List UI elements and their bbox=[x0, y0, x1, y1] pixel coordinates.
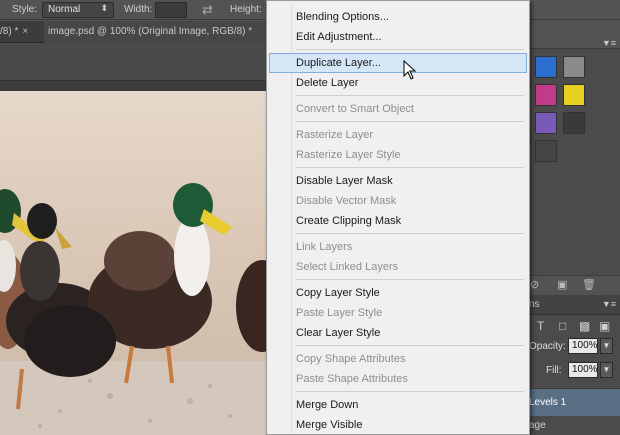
tab-layers[interactable]: ns bbox=[529, 299, 540, 310]
height-label: Height: bbox=[230, 4, 262, 15]
menu-item-disable-vector-mask: Disable Vector Mask bbox=[296, 195, 397, 207]
menu-item-edit-adjustment[interactable]: Edit Adjustment... bbox=[269, 27, 527, 47]
canvas-photo[interactable] bbox=[0, 91, 266, 435]
style-swatch[interactable] bbox=[535, 84, 557, 106]
menu-item-clear-layer-style[interactable]: Clear Layer Style bbox=[269, 323, 527, 343]
menu-separator bbox=[296, 95, 524, 96]
swap-icon[interactable]: ⇄ bbox=[202, 2, 213, 18]
menu-item-paste-layer-style: Paste Layer Style bbox=[296, 307, 383, 319]
menu-item-merge-visible[interactable]: Merge Visible bbox=[269, 415, 527, 435]
fill-input[interactable]: 100% bbox=[568, 362, 598, 378]
layer-row[interactable]: age bbox=[527, 417, 620, 435]
menu-item-delete-layer[interactable]: Delete Layer bbox=[269, 73, 527, 93]
menu-item-link-layers: Link Layers bbox=[296, 241, 353, 253]
tab-previous-document[interactable]: /8) * × bbox=[0, 21, 44, 43]
opacity-input[interactable]: 100% bbox=[568, 338, 598, 354]
style-select-value: Normal bbox=[48, 4, 81, 15]
tab-image-psd[interactable]: image.psd @ 100% (Original Image, RGB/8)… bbox=[44, 21, 266, 43]
styles-panel-footer: ⊘ ▣ 🗑 bbox=[527, 275, 620, 295]
menu-separator bbox=[296, 345, 524, 346]
close-icon[interactable]: × bbox=[22, 26, 28, 37]
panel-header: ▼≡ bbox=[527, 21, 620, 49]
style-swatch[interactable] bbox=[535, 140, 557, 162]
menu-item-merge-down[interactable]: Merge Down bbox=[269, 395, 527, 415]
trash-icon[interactable]: 🗑 bbox=[582, 278, 596, 291]
tab-label: image.psd @ 100% (Original Image, RGB/8)… bbox=[48, 26, 253, 37]
menu-separator bbox=[296, 279, 524, 280]
menu-separator bbox=[296, 167, 524, 168]
fill-dropdown-icon[interactable]: ▼ bbox=[600, 362, 613, 378]
menu-item-duplicate-layer[interactable]: Duplicate Layer... bbox=[269, 53, 527, 73]
right-panel-dock: ▼≡ ⊘ ▣ 🗑 ns ▼≡ T □ ▩ ▣ Opacity: 100% ▼ F… bbox=[527, 21, 620, 435]
chevron-updown-icon: ⬍ bbox=[100, 3, 108, 13]
menu-item-create-clipping-mask[interactable]: Create Clipping Mask bbox=[269, 211, 527, 231]
width-label: Width: bbox=[124, 4, 153, 15]
layer-context-menu: Blending Options... Edit Adjustment... Dup… bbox=[266, 0, 530, 435]
width-field[interactable] bbox=[155, 2, 187, 18]
menu-item-select-linked-layers: Select Linked Layers bbox=[296, 261, 399, 273]
opacity-dropdown-icon[interactable]: ▼ bbox=[600, 338, 613, 354]
layer-name: age bbox=[529, 420, 546, 431]
panel-menu-icon[interactable]: ▼≡ bbox=[602, 38, 616, 48]
layers-filter-tools: T □ ▩ ▣ bbox=[527, 315, 620, 339]
style-swatch[interactable] bbox=[535, 56, 557, 78]
menu-item-copy-layer-style[interactable]: Copy Layer Style bbox=[269, 283, 527, 303]
menu-item-blending-options[interactable]: Blending Options... bbox=[269, 7, 527, 27]
menu-separator bbox=[296, 49, 524, 50]
shape-filter-icon[interactable]: □ bbox=[559, 319, 566, 333]
style-swatch[interactable] bbox=[535, 112, 557, 134]
panel-menu-icon[interactable]: ▼≡ bbox=[602, 299, 616, 309]
layers-panel-header: ns ▼≡ bbox=[527, 295, 620, 315]
fill-label: Fill: bbox=[546, 365, 562, 376]
mouse-cursor-icon bbox=[403, 60, 417, 80]
style-label: Style: bbox=[12, 4, 38, 15]
style-select[interactable]: Normal ⬍ bbox=[42, 2, 114, 18]
type-filter-icon[interactable]: T bbox=[537, 319, 544, 333]
style-swatch[interactable] bbox=[563, 84, 585, 106]
opacity-label: Opacity: bbox=[529, 341, 566, 352]
layer-name: Levels 1 bbox=[529, 397, 567, 408]
menu-separator bbox=[296, 233, 524, 234]
style-swatch[interactable] bbox=[563, 56, 585, 78]
new-style-icon[interactable]: ▣ bbox=[557, 278, 567, 291]
smart-object-filter-icon[interactable]: ▩ bbox=[579, 319, 590, 333]
no-style-icon[interactable]: ⊘ bbox=[530, 278, 539, 291]
menu-item-disable-layer-mask[interactable]: Disable Layer Mask bbox=[269, 171, 527, 191]
tab-label: /8) * bbox=[0, 26, 19, 37]
menu-item-rasterize-layer: Rasterize Layer bbox=[296, 129, 374, 141]
ruler bbox=[0, 80, 266, 91]
menu-separator bbox=[296, 121, 524, 122]
menu-item-paste-shape-attributes: Paste Shape Attributes bbox=[296, 373, 408, 385]
layer-row-selected[interactable]: Levels 1 bbox=[527, 388, 620, 416]
style-swatch[interactable] bbox=[563, 112, 585, 134]
lock-filter-icon[interactable]: ▣ bbox=[599, 319, 610, 333]
menu-item-convert-to-smart-object: Convert to Smart Object bbox=[296, 103, 414, 115]
menu-item-copy-shape-attributes: Copy Shape Attributes bbox=[296, 353, 406, 365]
menu-separator bbox=[296, 391, 524, 392]
menu-item-rasterize-layer-style: Rasterize Layer Style bbox=[296, 149, 401, 161]
